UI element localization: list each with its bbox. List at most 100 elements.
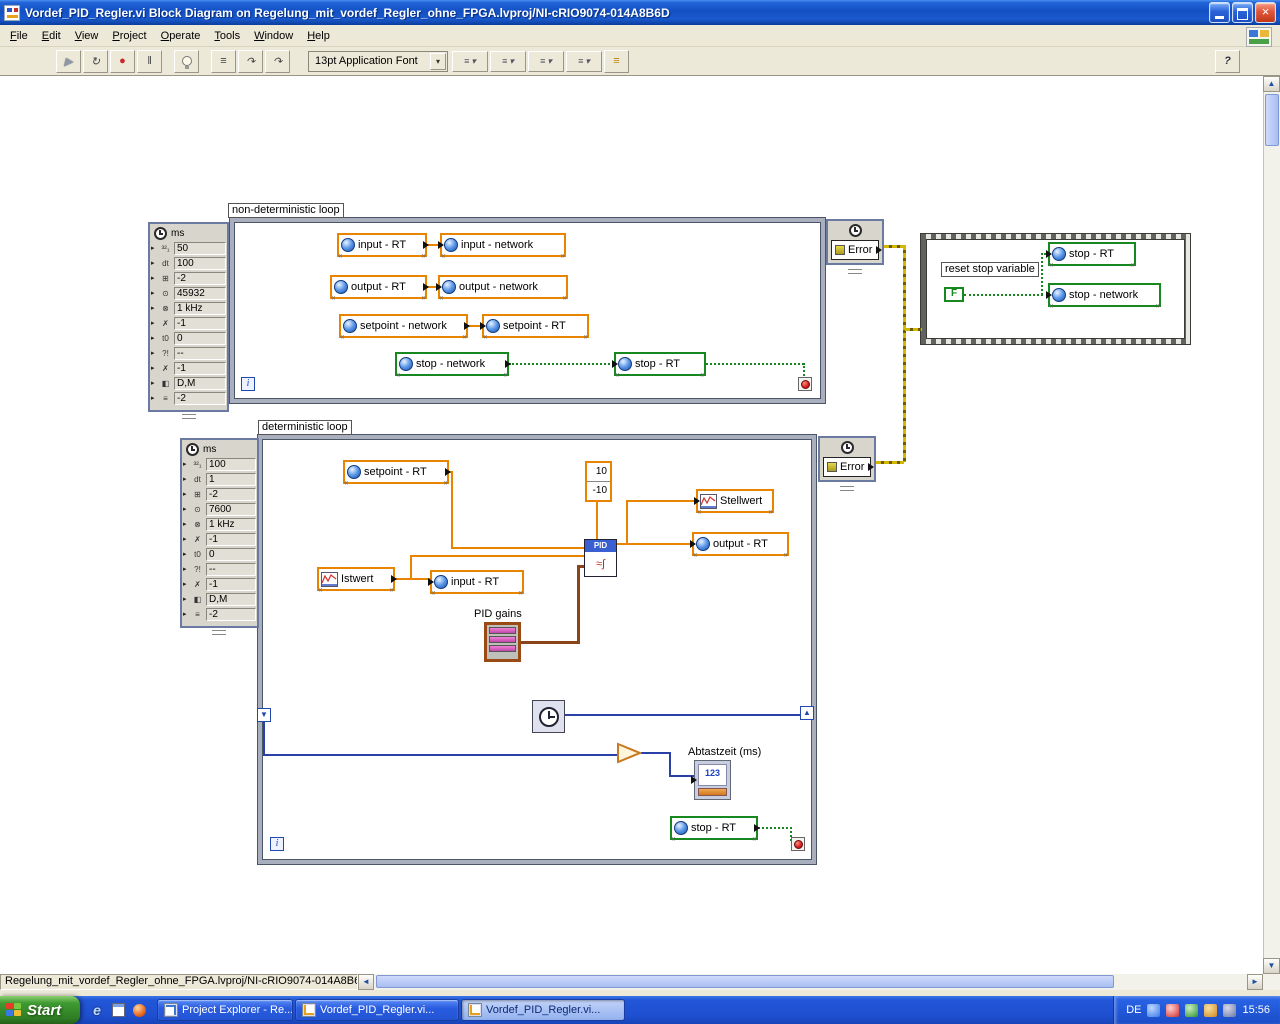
- error-out-terminal[interactable]: Error: [823, 457, 874, 477]
- menu-project[interactable]: Project: [105, 27, 153, 45]
- timing-row[interactable]: t0 0: [183, 547, 256, 562]
- shared-variable-input-rt[interactable]: input - RT: [337, 233, 429, 260]
- scroll-down-button[interactable]: ▼: [1263, 958, 1280, 974]
- wire[interactable]: [520, 641, 580, 644]
- wire[interactable]: [669, 752, 671, 777]
- panel-grip[interactable]: [182, 414, 196, 419]
- language-indicator[interactable]: DE: [1126, 1004, 1141, 1016]
- wire[interactable]: [706, 363, 804, 365]
- error-wire[interactable]: [876, 461, 904, 464]
- wire[interactable]: [964, 294, 1043, 296]
- pid-gains-cluster-constant[interactable]: [484, 622, 521, 662]
- shared-variable-stop-rt[interactable]: stop - RT: [1046, 242, 1136, 269]
- wire[interactable]: [626, 500, 696, 502]
- menu-file[interactable]: File: [3, 27, 35, 45]
- scroll-left-button[interactable]: ◄: [358, 974, 374, 990]
- conversion-node[interactable]: [616, 742, 642, 764]
- wire[interactable]: [758, 827, 792, 829]
- media-player-icon[interactable]: [131, 1002, 147, 1018]
- output-limit-constant[interactable]: 10 -10: [585, 461, 612, 502]
- wire[interactable]: [577, 565, 580, 644]
- wire[interactable]: [394, 578, 431, 580]
- error-wire[interactable]: [903, 245, 906, 462]
- timing-row[interactable]: ⊞ -2: [183, 487, 256, 502]
- align-objects-dropdown[interactable]: ≡ ▾: [452, 50, 488, 72]
- highlight-execution-button[interactable]: [174, 49, 199, 73]
- timing-row[interactable]: ⊙ 45932: [151, 286, 226, 301]
- timed-loop-input-node[interactable]: ms ³²₁ 100 dt 1 ⊞ -2 ⊙ 7600 ⊗ 1 kHz ✗ -1 t0 0 ?…: [180, 438, 259, 628]
- timing-row[interactable]: ³²₁ 100: [183, 457, 256, 472]
- timing-row[interactable]: ⊞ -2: [151, 271, 226, 286]
- menu-tools[interactable]: Tools: [207, 27, 247, 45]
- timing-row[interactable]: t0 0: [151, 331, 226, 346]
- font-selector[interactable]: 13pt Application Font ▾: [308, 50, 448, 72]
- pid-function-node[interactable]: PID ≈∫: [584, 539, 617, 577]
- minimize-button[interactable]: [1209, 2, 1230, 23]
- wire[interactable]: [410, 555, 585, 557]
- menu-operate[interactable]: Operate: [154, 27, 208, 45]
- timed-loop-output-node[interactable]: Error: [818, 436, 876, 482]
- tray-network-icon[interactable]: [1147, 1003, 1161, 1017]
- wire[interactable]: [263, 721, 265, 756]
- labview-app-icon[interactable]: [4, 4, 20, 21]
- restore-button[interactable]: [1232, 2, 1253, 23]
- task-button-vi-1[interactable]: Vordef_PID_Regler.vi...: [295, 999, 459, 1021]
- timed-loop-output-node[interactable]: Error: [826, 219, 884, 265]
- wire[interactable]: [410, 555, 412, 579]
- timing-row[interactable]: ✗ -1: [151, 316, 226, 331]
- wire[interactable]: [596, 501, 598, 541]
- resize-objects-dropdown[interactable]: ≡ ▾: [528, 50, 564, 72]
- panel-grip[interactable]: [212, 630, 226, 635]
- run-button[interactable]: ▶: [56, 49, 81, 73]
- timed-loop-input-node[interactable]: ms ³²₁ 50 dt 100 ⊞ -2 ⊙ 45932 ⊗ 1 kHz ✗ -1 t0 0…: [148, 222, 229, 412]
- loop-left-edge-terminal[interactable]: ▼: [257, 708, 271, 722]
- menu-window[interactable]: Window: [247, 27, 300, 45]
- internet-explorer-icon[interactable]: e: [89, 1002, 105, 1018]
- vertical-scroll-thumb[interactable]: [1265, 94, 1279, 146]
- step-into-button[interactable]: ↷: [238, 49, 263, 73]
- shared-variable-input-rt[interactable]: input - RT: [428, 570, 524, 597]
- step-over-button[interactable]: ↷: [265, 49, 290, 73]
- wire[interactable]: [451, 471, 453, 549]
- timing-row[interactable]: ?! --: [151, 346, 226, 361]
- wait-until-next-ms-node[interactable]: [532, 700, 565, 733]
- timing-row[interactable]: ✗ -1: [151, 361, 226, 376]
- loop-label[interactable]: non-deterministic loop: [228, 203, 344, 218]
- menu-edit[interactable]: Edit: [35, 27, 68, 45]
- stellwert-chart-terminal[interactable]: Stellwert: [694, 489, 774, 516]
- timing-row[interactable]: ³²₁ 50: [151, 241, 226, 256]
- error-wire[interactable]: [905, 328, 922, 331]
- clean-up-diagram-button[interactable]: ≡: [604, 49, 629, 73]
- task-button-vi-2-active[interactable]: Vordef_PID_Regler.vi...: [461, 999, 625, 1021]
- horizontal-scrollbar[interactable]: [374, 974, 1247, 990]
- start-button[interactable]: Start: [0, 996, 80, 1024]
- panel-grip[interactable]: [848, 269, 862, 274]
- timing-row[interactable]: ≡ -2: [183, 607, 256, 622]
- tray-shield-icon[interactable]: [1185, 1003, 1199, 1017]
- shared-variable-input-network[interactable]: input - network: [438, 233, 566, 260]
- run-continuously-button[interactable]: ↻: [83, 49, 108, 73]
- pause-button[interactable]: ‖: [137, 49, 162, 73]
- abort-button[interactable]: ●: [110, 49, 135, 73]
- wire[interactable]: [451, 547, 585, 549]
- timing-row[interactable]: ⊙ 7600: [183, 502, 256, 517]
- shared-variable-stop-network[interactable]: stop - network: [1046, 283, 1161, 310]
- free-label[interactable]: reset stop variable: [941, 262, 1039, 277]
- reorder-dropdown[interactable]: ≡ ▾: [566, 50, 602, 72]
- loop-condition-terminal[interactable]: [798, 377, 812, 391]
- iteration-terminal[interactable]: i: [241, 377, 255, 391]
- wire[interactable]: [564, 714, 802, 716]
- loop-condition-terminal[interactable]: [791, 837, 805, 851]
- distribute-objects-dropdown[interactable]: ≡ ▾: [490, 50, 526, 72]
- context-help-button[interactable]: ?: [1215, 49, 1240, 73]
- shared-variable-output-rt[interactable]: output - RT: [690, 532, 789, 559]
- timing-row[interactable]: ≡ -2: [151, 391, 226, 406]
- retain-wire-values-button[interactable]: ≡: [211, 49, 236, 73]
- scroll-up-button[interactable]: ▲: [1263, 76, 1280, 92]
- timing-row[interactable]: ⊗ 1 kHz: [183, 517, 256, 532]
- timing-row[interactable]: ◧ D,M: [151, 376, 226, 391]
- timing-row[interactable]: ✗ -1: [183, 577, 256, 592]
- error-out-terminal[interactable]: Error: [831, 240, 882, 260]
- abtastzeit-label[interactable]: Abtastzeit (ms): [688, 746, 761, 758]
- loop-label[interactable]: deterministic loop: [258, 420, 352, 435]
